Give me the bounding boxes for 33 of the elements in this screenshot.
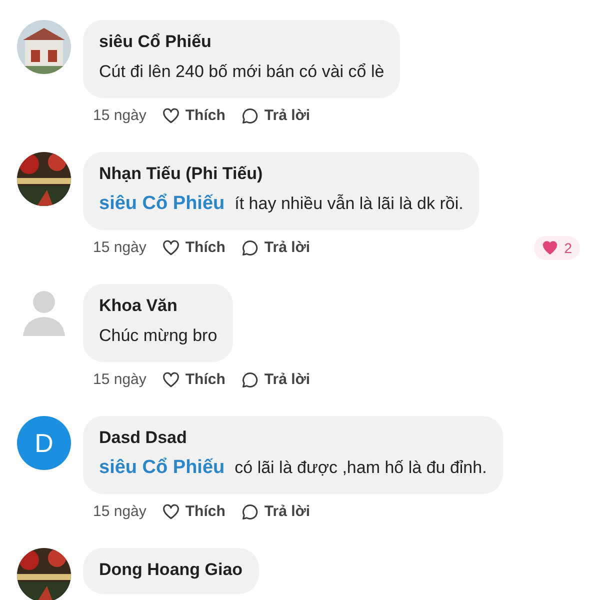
speech-bubble-icon xyxy=(241,239,260,257)
reaction-number: 2 xyxy=(564,238,572,258)
reply-button[interactable]: Trả lời xyxy=(241,368,310,392)
like-button[interactable]: Thích xyxy=(162,500,226,524)
comment-text: ít hay nhiều vẫn là lãi là dk rồi. xyxy=(234,193,464,215)
comment-time: 15 ngày xyxy=(93,106,146,126)
comment-time: 15 ngày xyxy=(93,238,146,258)
reply-button[interactable]: Trả lời xyxy=(241,236,310,260)
commenter-name: Dong Hoang Giao xyxy=(99,559,243,581)
like-button[interactable]: Thích xyxy=(162,104,226,128)
heart-icon xyxy=(542,240,558,256)
heart-icon xyxy=(162,371,180,389)
commenter-name: Khoa Văn xyxy=(99,295,178,317)
reply-button[interactable]: Trả lời xyxy=(241,500,310,524)
commenter-name: siêu Cổ Phiếu xyxy=(99,31,212,53)
commenter-name: Nhạn Tiếu (Phi Tiếu) xyxy=(99,163,264,185)
speech-bubble-icon xyxy=(241,107,260,125)
heart-icon xyxy=(162,239,180,257)
like-button[interactable]: Thích xyxy=(162,368,226,392)
reply-button[interactable]: Trả lời xyxy=(241,104,310,128)
heart-icon xyxy=(162,503,180,521)
comment-text: có lãi là được ,ham hố là đu đỉnh. xyxy=(234,457,487,479)
comment-time: 15 ngày xyxy=(93,502,146,522)
speech-bubble-icon xyxy=(241,503,260,521)
commenter-name: Dasd Dsad xyxy=(99,427,188,449)
heart-icon xyxy=(162,107,180,125)
comment-text: Chúc mừng bro xyxy=(99,325,218,347)
speech-bubble-icon xyxy=(241,371,260,389)
reaction-count[interactable]: 2 xyxy=(534,236,580,260)
comment-text: Cút đi lên 240 bố mới bán có vài cổ lè xyxy=(99,61,384,83)
like-button[interactable]: Thích xyxy=(162,236,226,260)
letter-avatar: D xyxy=(17,416,71,470)
comment-time: 15 ngày xyxy=(93,370,146,390)
